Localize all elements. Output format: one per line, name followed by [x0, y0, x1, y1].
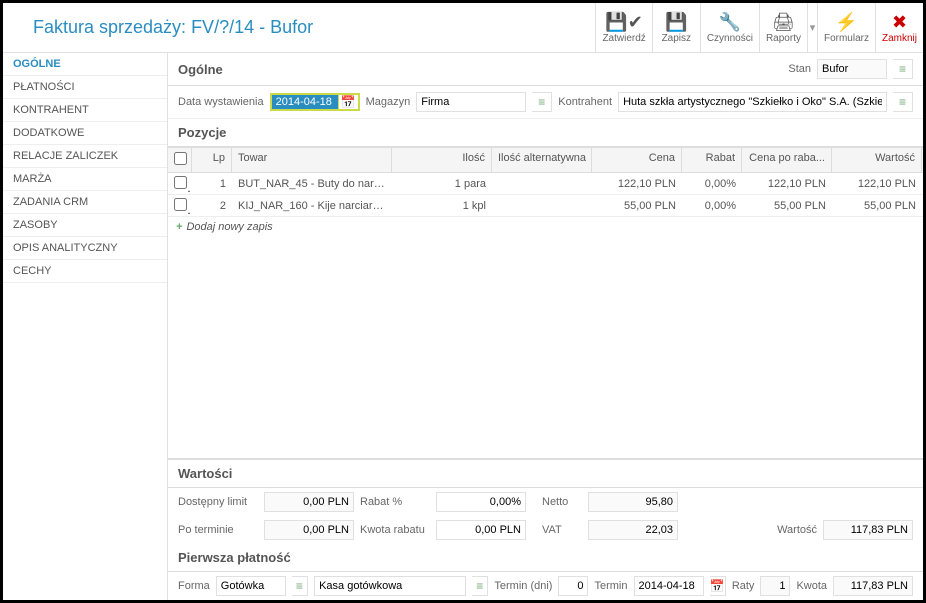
- table-row[interactable]: 2 KIJ_NAR_160 - Kije narciarski... 1 kpl…: [168, 195, 923, 217]
- date-label: Data wystawienia: [178, 96, 264, 108]
- table-header: Lp Towar Ilość Ilość alternatywna Cena R…: [168, 147, 923, 173]
- sidebar-item-cechy[interactable]: CECHY: [3, 260, 167, 283]
- row-checkbox[interactable]: [174, 198, 187, 211]
- limit-field: [264, 492, 354, 512]
- form-button[interactable]: ⚡Formularz: [817, 3, 875, 52]
- kontrahent-input[interactable]: [618, 92, 887, 112]
- magazyn-label: Magazyn: [366, 96, 411, 108]
- vat-field: [588, 520, 678, 540]
- kwotarabatu-label: Kwota rabatu: [360, 524, 430, 536]
- calendar-icon[interactable]: 📅: [338, 95, 358, 109]
- magazyn-picker-icon[interactable]: ≡: [532, 92, 552, 112]
- rabatproc-label: Rabat %: [360, 496, 430, 508]
- approve-button[interactable]: 💾✔Zatwierdź: [595, 3, 651, 52]
- section-wartosci: Wartości: [168, 460, 923, 488]
- date-input[interactable]: [272, 95, 338, 109]
- select-all-checkbox[interactable]: [174, 152, 187, 165]
- section-ogolne: Ogólne Stan ≡: [168, 53, 923, 86]
- sidebar-item-zasoby[interactable]: ZASOBY: [3, 214, 167, 237]
- wartosc-label: Wartość: [777, 524, 817, 536]
- section-platnosc: Pierwsza płatność: [168, 544, 923, 572]
- sidebar: OGÓLNE PŁATNOŚCI KONTRAHENT DODATKOWE RE…: [3, 53, 168, 600]
- forma-field[interactable]: [216, 576, 286, 596]
- printer-icon: 🖨: [772, 11, 795, 33]
- sidebar-item-kontrahent[interactable]: KONTRAHENT: [3, 99, 167, 122]
- reports-button[interactable]: 🖨Raporty: [759, 3, 807, 52]
- add-row-link[interactable]: +Dodaj nowy zapis: [168, 217, 923, 237]
- rabatproc-field[interactable]: [436, 492, 526, 512]
- approve-icon: 💾✔: [605, 11, 643, 33]
- plus-icon: +: [176, 221, 182, 233]
- sidebar-item-platnosci[interactable]: PŁATNOŚCI: [3, 76, 167, 99]
- stan-label: Stan: [788, 63, 811, 75]
- termindni-field[interactable]: [558, 576, 588, 596]
- termin-calendar-icon[interactable]: 📅: [710, 576, 726, 596]
- close-icon: ✖: [892, 11, 907, 33]
- sidebar-item-dodatkowe[interactable]: DODATKOWE: [3, 122, 167, 145]
- row-checkbox[interactable]: [174, 176, 187, 189]
- kasa-field[interactable]: [314, 576, 466, 596]
- close-button[interactable]: ✖Zamknij: [875, 3, 923, 52]
- stan-picker-icon[interactable]: ≡: [893, 59, 913, 79]
- kwota-label: Kwota: [796, 580, 827, 592]
- termin-field[interactable]: [634, 576, 704, 596]
- raty-field: [760, 576, 790, 596]
- bolt-icon: ⚡: [835, 11, 857, 33]
- vat-label: VAT: [542, 524, 582, 536]
- magazyn-input[interactable]: [416, 92, 526, 112]
- forma-picker-icon[interactable]: ≡: [292, 576, 308, 596]
- wrench-icon: 🔧: [719, 11, 741, 33]
- kasa-picker-icon[interactable]: ≡: [472, 576, 488, 596]
- sidebar-item-ogolne[interactable]: OGÓLNE: [3, 53, 167, 76]
- section-pozycje: Pozycje: [168, 119, 923, 147]
- actions-button[interactable]: 🔧Czynności: [700, 3, 759, 52]
- termin-label: Termin: [594, 580, 627, 592]
- termindni-label: Termin (dni): [494, 580, 552, 592]
- toolbar-dropdown[interactable]: ▾: [807, 3, 817, 52]
- poterminie-label: Po terminie: [178, 524, 258, 536]
- stan-field[interactable]: [817, 59, 887, 79]
- kwota-field: [833, 576, 913, 596]
- netto-label: Netto: [542, 496, 582, 508]
- save-button[interactable]: 💾Zapisz: [652, 3, 700, 52]
- poterminie-field: [264, 520, 354, 540]
- page-title: Faktura sprzedaży: FV/?/14 - Bufor: [3, 17, 595, 38]
- sidebar-item-marza[interactable]: MARŻA: [3, 168, 167, 191]
- sidebar-item-opis[interactable]: OPIS ANALITYCZNY: [3, 237, 167, 260]
- limit-label: Dostępny limit: [178, 496, 258, 508]
- wartosc-field: [823, 520, 913, 540]
- kontrahent-picker-icon[interactable]: ≡: [893, 92, 913, 112]
- netto-field: [588, 492, 678, 512]
- sidebar-item-zadania[interactable]: ZADANIA CRM: [3, 191, 167, 214]
- kwotarabatu-field[interactable]: [436, 520, 526, 540]
- raty-label: Raty: [732, 580, 755, 592]
- table-row[interactable]: 1 BUT_NAR_45 - Buty do nart E... 1 para …: [168, 173, 923, 195]
- forma-label: Forma: [178, 580, 210, 592]
- sidebar-item-relacje[interactable]: RELACJE ZALICZEK: [3, 145, 167, 168]
- save-icon: 💾: [665, 11, 687, 33]
- kontrahent-label: Kontrahent: [558, 96, 612, 108]
